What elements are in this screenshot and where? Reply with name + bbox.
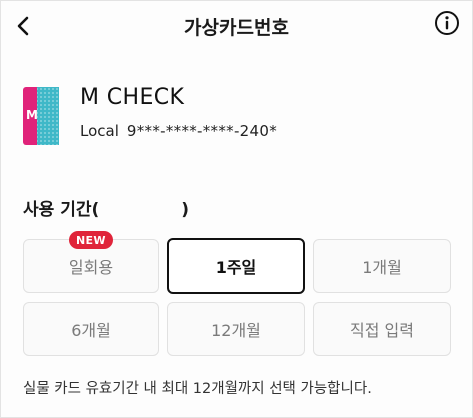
- option-six-months[interactable]: 6개월: [23, 302, 159, 356]
- header: 가상카드번호: [1, 1, 472, 51]
- card-name: M CHECK: [80, 85, 185, 110]
- option-one-week[interactable]: 1주일: [167, 238, 305, 294]
- option-one-week-label: 1주일: [215, 258, 257, 277]
- virtual-card-screen: 가상카드번호 M M CHECK Local 9***-****-****-240…: [0, 0, 473, 418]
- card-masked-number: 9***-****-****-240*: [126, 122, 278, 140]
- card-number-line: Local 9***-****-****-240*: [80, 122, 277, 140]
- usage-period-label: 사용 기간(): [23, 195, 189, 220]
- option-custom-input[interactable]: 직접 입력: [313, 302, 451, 356]
- option-six-months-label: 6개월: [71, 321, 111, 340]
- svg-text:M: M: [26, 108, 38, 122]
- option-one-month-label: 1개월: [362, 258, 402, 277]
- option-twelve-months-label: 12개월: [211, 321, 261, 340]
- option-one-month[interactable]: 1개월: [313, 239, 451, 293]
- card-type-label: Local: [80, 122, 119, 140]
- option-twelve-months[interactable]: 12개월: [167, 302, 305, 356]
- page-title: 가상카드번호: [184, 17, 289, 39]
- info-button[interactable]: [434, 10, 460, 36]
- card-info: M M CHECK Local 9***-****-****-240*: [23, 85, 453, 155]
- usage-period-label-text: 사용 기간(: [23, 200, 100, 220]
- card-image: M: [23, 87, 59, 145]
- info-circle-icon: [435, 11, 459, 35]
- usage-period-label-suffix: ): [181, 200, 190, 220]
- validity-note: 실물 카드 유효기간 내 최대 12개월까지 선택 가능합니다.: [23, 381, 372, 397]
- option-one-time-label: 일회용: [68, 258, 114, 277]
- new-badge: NEW: [69, 231, 113, 249]
- option-custom-input-label: 직접 입력: [350, 321, 414, 340]
